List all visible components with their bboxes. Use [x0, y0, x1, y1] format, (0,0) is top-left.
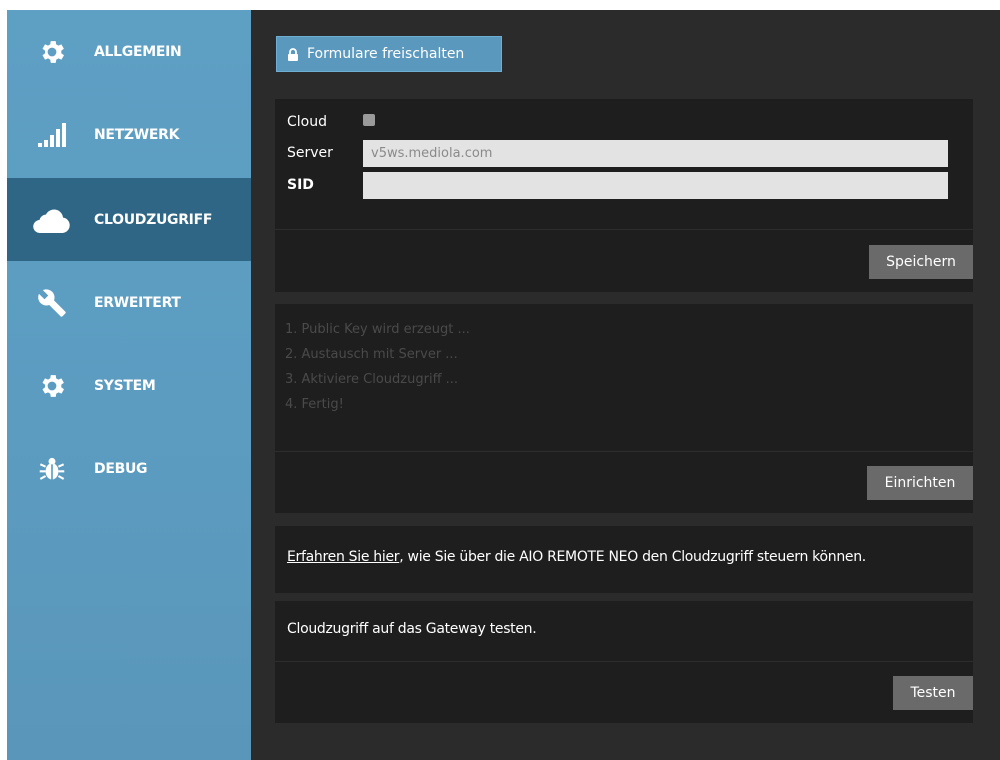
sidebar-item-label: CLOUDZUGRIFF	[94, 211, 213, 228]
sidebar-item-label: ALLGEMEIN	[94, 43, 182, 60]
setup-step: 1. Public Key wird erzeugt ...	[285, 322, 470, 337]
cloud-checkbox[interactable]	[363, 114, 375, 126]
sidebar-item-label: SYSTEM	[94, 377, 156, 394]
server-input[interactable]	[363, 140, 948, 167]
info-text: Erfahren Sie hier, wie Sie über die AIO …	[287, 549, 866, 565]
sid-label: SID	[287, 177, 314, 193]
learn-more-link[interactable]: Erfahren Sie hier	[287, 549, 400, 565]
cloud-label: Cloud	[287, 114, 327, 130]
sidebar-item-cloudzugriff[interactable]: CLOUDZUGRIFF	[7, 178, 251, 261]
sidebar-item-netzwerk[interactable]: NETZWERK	[7, 93, 251, 176]
setup-step: 4. Fertig!	[285, 397, 344, 412]
cloud-settings-panel: Cloud Server SID Speichern	[275, 99, 973, 292]
sid-input[interactable]	[363, 172, 948, 199]
setup-step: 2. Austausch mit Server ...	[285, 347, 458, 362]
signal-icon	[32, 115, 72, 155]
sidebar-item-label: ERWEITERT	[94, 294, 181, 311]
test-button[interactable]: Testen	[893, 676, 973, 710]
test-panel: Cloudzugriff auf das Gateway testen. Tes…	[275, 601, 973, 723]
bug-icon	[32, 449, 72, 489]
sidebar-item-erweitert[interactable]: ERWEITERT	[7, 261, 251, 344]
sidebar-item-label: NETZWERK	[94, 126, 180, 143]
gear-icon	[32, 32, 72, 72]
unlock-forms-label: Formulare freischalten	[307, 46, 465, 62]
info-panel: Erfahren Sie hier, wie Sie über die AIO …	[275, 526, 973, 593]
sidebar-item-label: DEBUG	[94, 460, 148, 477]
cloud-icon	[32, 200, 72, 240]
lock-icon	[287, 47, 299, 61]
info-rest-text: , wie Sie über die AIO REMOTE NEO den Cl…	[399, 549, 866, 565]
wrench-icon	[32, 283, 72, 323]
setup-panel: 1. Public Key wird erzeugt ... 2. Austau…	[275, 304, 973, 513]
main-content: Formulare freischalten Cloud Server SID …	[251, 10, 1000, 760]
unlock-forms-button[interactable]: Formulare freischalten	[276, 36, 502, 72]
sidebar-item-debug[interactable]: DEBUG	[7, 427, 251, 510]
server-label: Server	[287, 145, 333, 161]
sidebar-item-allgemein[interactable]: ALLGEMEIN	[7, 10, 251, 93]
test-description: Cloudzugriff auf das Gateway testen.	[287, 621, 537, 637]
save-button[interactable]: Speichern	[869, 245, 973, 279]
sidebar-item-system[interactable]: SYSTEM	[7, 344, 251, 427]
panel-divider	[275, 451, 973, 452]
gear-icon	[32, 366, 72, 406]
setup-step: 3. Aktiviere Cloudzugriff ...	[285, 372, 459, 387]
panel-divider	[275, 661, 973, 662]
settings-window: ALLGEMEIN NETZWERK CLOUDZUGRIFF ERWEITER…	[7, 10, 1000, 760]
setup-button[interactable]: Einrichten	[867, 466, 973, 500]
panel-divider	[275, 229, 973, 230]
sidebar: ALLGEMEIN NETZWERK CLOUDZUGRIFF ERWEITER…	[7, 10, 251, 760]
